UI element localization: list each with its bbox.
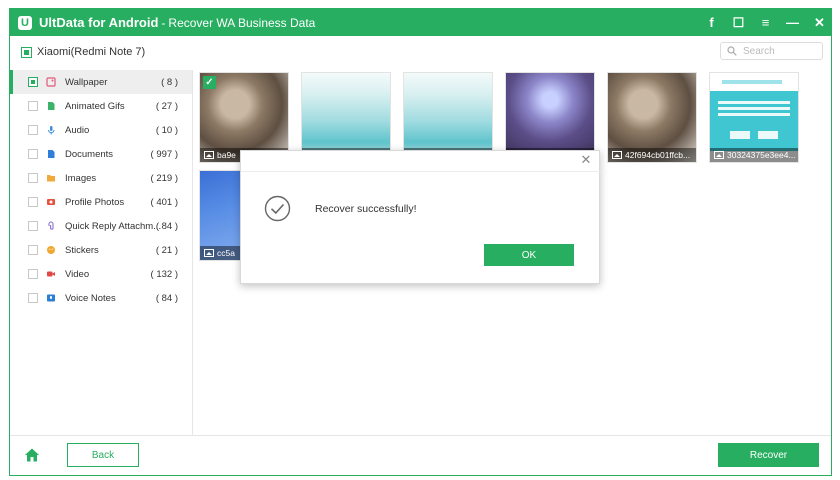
thumbnail-art [710,91,798,151]
sidebar-item-count: ( 401 ) [150,197,178,208]
category-checkbox[interactable] [28,197,38,207]
media-thumbnail[interactable]: 42f694cb01ffcb... [607,72,697,163]
sidebar-item-count: ( 27 ) [155,101,178,112]
sidebar-item-count: ( 219 ) [150,173,178,184]
sidebar-item-count: ( 10 ) [155,125,178,136]
dialog-message: Recover successfully! [315,203,417,215]
category-checkbox[interactable] [28,125,38,135]
sidebar-item-label: Profile Photos [65,197,125,208]
sidebar-item-count: ( 997 ) [150,149,178,160]
sidebar-item-documents[interactable]: Documents ( 997 ) [10,142,192,166]
document-icon [48,150,55,158]
sidebar-item-count: ( 21 ) [155,245,178,256]
sidebar-item-label: Quick Reply Attachm... [65,221,162,232]
category-checkbox[interactable] [28,245,38,255]
category-sidebar: Wallpaper ( 8 ) Animated Gifs ( 27 ) Audio ( … [10,70,193,435]
voice-note-icon [47,294,55,302]
sidebar-item-images[interactable]: Images ( 219 ) [10,166,192,190]
sidebar-item-label: Audio [65,125,90,136]
title-separator: - [161,15,166,30]
search-input[interactable] [743,45,819,58]
feedback-icon[interactable]: ☐ [725,15,752,31]
home-icon[interactable] [24,447,40,463]
sidebar-item-audio[interactable]: Audio ( 10 ) [10,118,192,142]
success-check-icon [264,195,291,222]
sidebar-item-count: ( 84 ) [155,221,178,232]
thumbnail-caption: 30324375e3ee4... [710,148,798,162]
sidebar-item-animated-gifs[interactable]: Animated Gifs ( 27 ) [10,94,192,118]
title-actions: f ☐ ≡ — ✕ [698,9,831,36]
sidebar-item-wallpaper[interactable]: Wallpaper ( 8 ) [10,70,192,94]
thumbnail-filename: cc5a [217,248,235,258]
title-bar: U UltData for Android - Recover WA Busin… [10,9,831,36]
sidebar-item-label: Animated Gifs [65,101,125,112]
sidebar-item-video[interactable]: Video ( 132 ) [10,262,192,286]
bottom-bar: Back Recover [10,435,831,475]
window-subtitle: Recover WA Business Data [168,15,316,30]
sidebar-item-count: ( 132 ) [150,269,178,280]
dialog-divider [241,171,601,172]
device-checkbox[interactable] [21,47,32,58]
sidebar-item-voice-notes[interactable]: Voice Notes ( 84 ) [10,286,192,310]
category-checkbox[interactable] [28,101,38,111]
thumbnail-checkbox[interactable]: ✓ [203,76,216,89]
sidebar-item-label: Voice Notes [65,293,116,304]
recover-button[interactable]: Recover [718,443,819,467]
dialog-close-icon[interactable]: ✕ [579,153,593,167]
sidebar-item-profile-photos[interactable]: Profile Photos ( 401 ) [10,190,192,214]
recover-success-dialog: ✕ Recover successfully! OK [240,150,601,284]
audio-icon [48,126,55,135]
attachment-icon [48,221,54,230]
thumbnail-filename: ba9e [217,150,236,160]
image-icon [714,151,724,159]
image-icon [204,151,214,159]
search-box[interactable] [720,42,823,60]
thumbnail-filename: 42f694cb01ffcb... [625,150,691,160]
profile-photo-icon [47,199,55,205]
thumbnail-art [710,73,798,91]
category-checkbox[interactable] [28,77,38,87]
gif-icon [48,102,55,110]
image-icon [612,151,622,159]
thumbnail-filename: 30324375e3ee4... [727,150,796,160]
close-icon[interactable]: ✕ [806,15,831,31]
category-checkbox[interactable] [28,269,38,279]
device-row: Xiaomi(Redmi Note 7) [10,36,831,70]
sidebar-item-label: Documents [65,149,114,160]
sidebar-item-stickers[interactable]: Stickers ( 21 ) [10,238,192,262]
sidebar-item-label: Video [65,269,90,280]
menu-icon[interactable]: ≡ [752,15,779,30]
back-button[interactable]: Back [67,443,139,467]
category-checkbox[interactable] [28,173,38,183]
category-checkbox[interactable] [28,293,38,303]
image-icon [204,249,214,257]
ok-button[interactable]: OK [484,244,574,266]
category-checkbox[interactable] [28,149,38,159]
sidebar-item-quick-reply-attachm[interactable]: Quick Reply Attachm...( 84 ) [10,214,192,238]
category-checkbox[interactable] [28,221,38,231]
sidebar-item-label: Stickers [65,245,99,256]
video-icon [47,271,55,277]
app-logo-icon: U [18,15,32,30]
device-name: Xiaomi(Redmi Note 7) [37,46,146,58]
app-name: UltData for Android [39,15,159,30]
sticker-icon [47,246,55,254]
thumbnail-caption: 42f694cb01ffcb... [608,148,696,162]
wallpaper-icon [46,77,56,87]
image-folder-icon [47,175,55,182]
sidebar-item-label: Images [65,173,97,184]
facebook-icon[interactable]: f [698,15,725,30]
sidebar-item-count: ( 84 ) [155,293,178,304]
search-icon [727,46,737,56]
minimize-icon[interactable]: — [779,15,806,30]
sidebar-item-count: ( 8 ) [161,77,178,88]
sidebar-item-label: Wallpaper [65,77,108,88]
media-thumbnail[interactable]: 30324375e3ee4... [709,72,799,163]
